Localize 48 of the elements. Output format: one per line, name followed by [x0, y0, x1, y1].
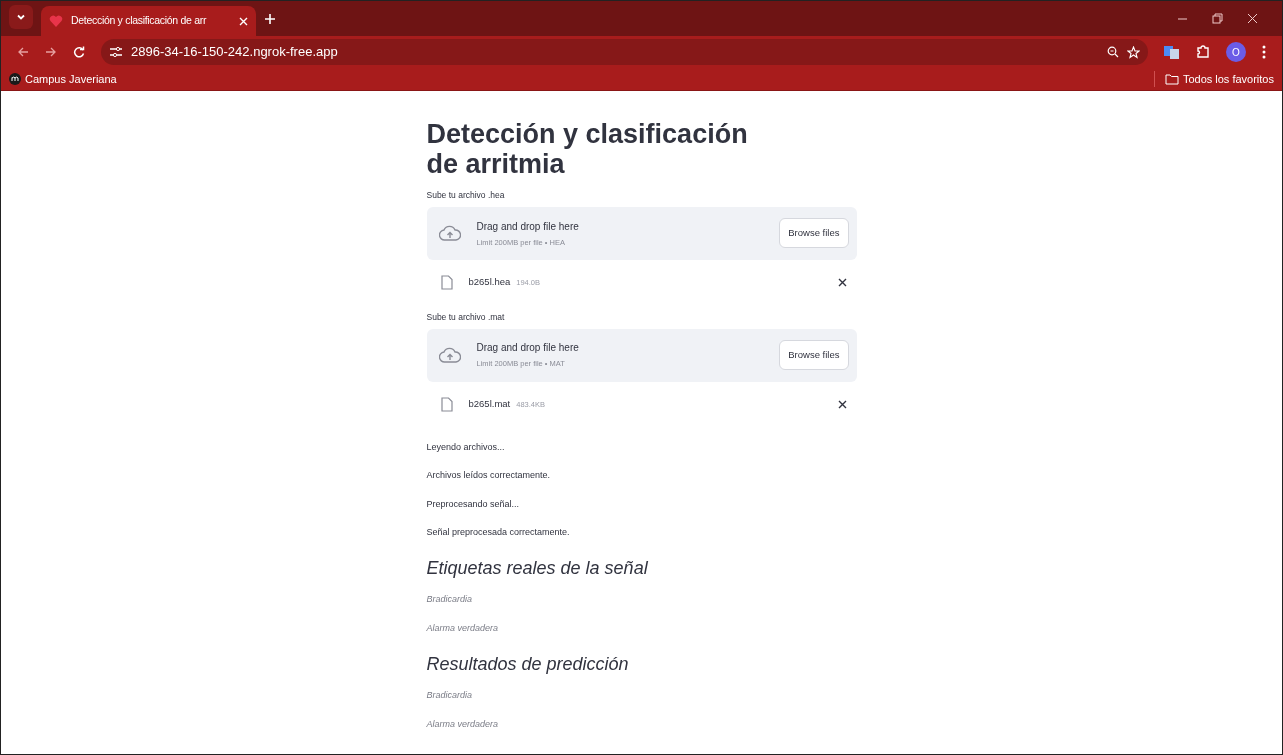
status-message: Señal preprocesada correctamente. — [426, 526, 571, 539]
browse-files-button[interactable]: Browse files — [779, 218, 849, 249]
reload-icon[interactable] — [73, 46, 85, 58]
label-text: Alarma verdadera — [426, 621, 500, 635]
heart-icon — [49, 14, 63, 28]
file-name: b265l.hea — [468, 275, 511, 290]
bookmark-link[interactable]: Todos los favoritos — [1153, 70, 1274, 88]
browse-files-button[interactable]: Browse files — [779, 339, 849, 371]
status-message: Leyendo archivos... — [426, 440, 506, 454]
close-icon[interactable] — [837, 399, 847, 409]
puzzle-icon[interactable] — [1196, 45, 1210, 59]
translate-icon[interactable] — [1164, 45, 1180, 59]
restore-icon[interactable] — [1212, 13, 1223, 24]
section-heading: Resultados de predicción — [426, 652, 630, 676]
star-icon[interactable] — [1127, 45, 1140, 59]
plus-icon[interactable] — [264, 13, 276, 25]
address-bar[interactable]: 2896-34-16-150-242.ngrok-free.app — [101, 39, 1148, 65]
folder-icon — [1164, 73, 1179, 85]
label-text: Alarma verdadera — [426, 717, 500, 731]
page-title: Detección y clasificación de arritmia — [426, 119, 749, 179]
dropzone-text: Drag and drop file here — [476, 219, 580, 234]
file-name: b265l.mat — [468, 396, 511, 411]
back-arrow-icon[interactable] — [17, 46, 29, 58]
uploader-label: Sube tu archivo .hea — [426, 189, 506, 202]
chevron-down-icon — [16, 12, 26, 22]
label-text: Bradicardia — [426, 592, 474, 606]
tab-title: Detección y clasificación de arr — [71, 13, 208, 29]
forward-arrow-icon[interactable] — [45, 46, 57, 58]
label-text: Bradicardia — [426, 688, 474, 702]
more-menu-icon[interactable] — [1262, 45, 1266, 59]
browser-tab[interactable]: Detección y clasificación de arr — [41, 6, 256, 36]
url-text: 2896-34-16-150-242.ngrok-free.app — [131, 43, 339, 62]
tab-list-button[interactable] — [9, 5, 33, 29]
status-message: Archivos leídos correctamente. — [426, 469, 552, 482]
zoom-icon[interactable] — [1107, 46, 1119, 58]
site-settings-icon[interactable] — [109, 46, 123, 58]
cloud-upload-icon — [438, 347, 461, 363]
site-logo-icon — [9, 73, 21, 85]
section-heading: Etiquetas reales de la señal — [426, 556, 649, 580]
bookmark-link[interactable]: Campus Javeriana — [9, 70, 117, 88]
dropzone-text: Drag and drop file here — [476, 341, 580, 356]
profile-avatar[interactable]: O — [1226, 42, 1246, 62]
file-icon — [440, 396, 453, 412]
file-icon — [440, 274, 453, 290]
status-message: Preprocesando señal... — [426, 497, 521, 511]
uploader-label: Sube tu archivo .mat — [426, 310, 506, 324]
close-icon[interactable] — [837, 277, 847, 287]
cloud-upload-icon — [438, 225, 461, 242]
